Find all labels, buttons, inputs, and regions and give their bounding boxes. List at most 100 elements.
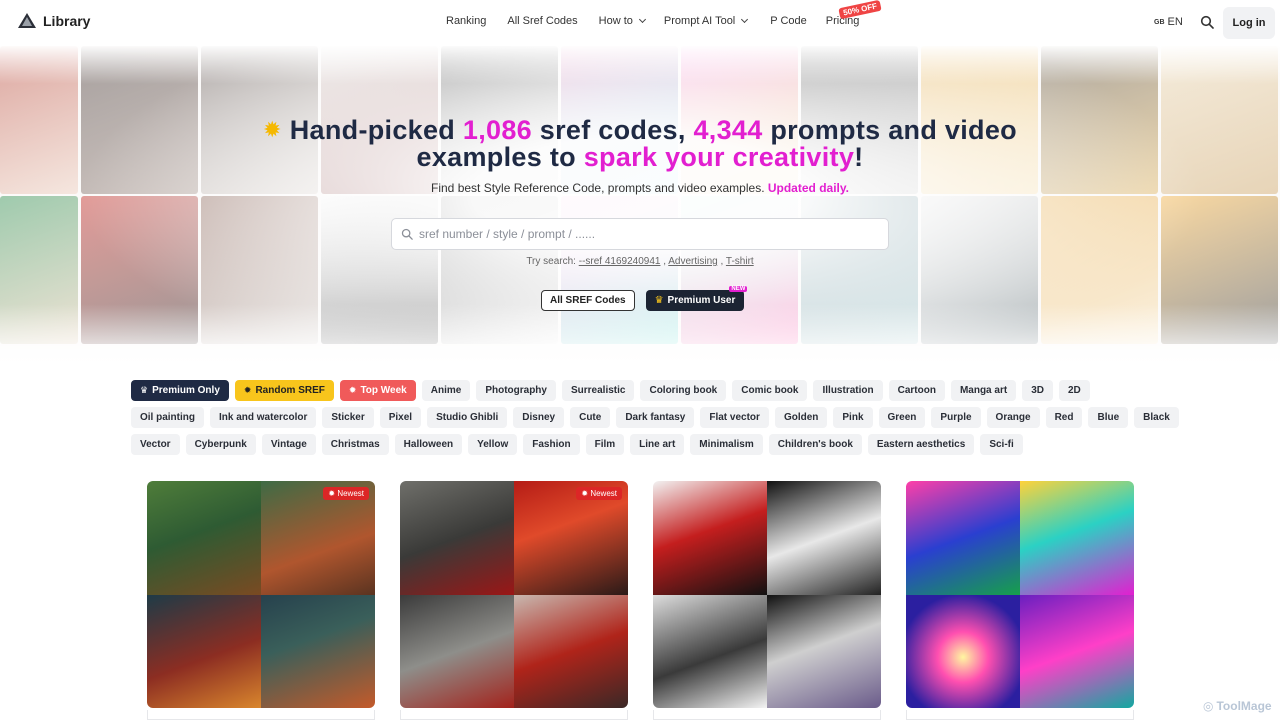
tag-label: Blue [1097,412,1120,423]
tag-sci-fi[interactable]: Sci-fi [980,434,1023,455]
search-input[interactable] [419,227,859,241]
tag-illustration[interactable]: Illustration [813,380,883,401]
try-link-tshirt[interactable]: T-shirt [726,256,754,267]
tag-surrealistic[interactable]: Surrealistic [561,380,635,401]
logo[interactable]: Library [17,12,90,29]
tag-halloween[interactable]: Halloween [394,434,463,455]
search-bar[interactable] [391,218,889,250]
tag-label: Oil painting [140,412,195,423]
tag-purple[interactable]: Purple [931,407,981,428]
tag-label: Dark fantasy [625,412,686,423]
tag-label: Comic book [741,385,799,396]
tag-red[interactable]: Red [1045,407,1083,428]
tag-cyberpunk[interactable]: Cyberpunk [185,434,256,455]
tag-label: Christmas [330,439,380,450]
premium-user-button[interactable]: ♛ Premium User NEW [645,286,748,311]
tag-label: Sticker [331,412,365,423]
tag-children-s-book[interactable]: Children's book [768,434,862,455]
tag-2d[interactable]: 2D [1058,380,1090,401]
tag-anime[interactable]: Anime [421,380,471,401]
tag-line-art[interactable]: Line art [630,434,685,455]
card-image [147,481,261,595]
tag-studio-ghibli[interactable]: Studio Ghibli [427,407,508,428]
tag-label: Photography [485,385,547,396]
tag-label: Purple [940,412,972,423]
tag-orange[interactable]: Orange [986,407,1040,428]
tag-yellow[interactable]: Yellow [468,434,518,455]
tag-label: Random SREF [255,385,325,396]
sref-card[interactable]: ✹ Newest [400,481,628,708]
tag-label: Red [1054,412,1074,423]
tag-label: Fashion [532,439,571,450]
sref-card[interactable]: ✹ Newest [147,481,375,708]
nav-ranking[interactable]: Ranking [446,15,486,27]
tag-label: Coloring book [649,385,718,396]
tag-ink-and-watercolor[interactable]: Ink and watercolor [210,407,317,428]
tag-random-sref[interactable]: ✹ Random SREF [234,380,334,401]
search-icon[interactable] [1200,15,1214,29]
tag-premium-only[interactable]: ♛ Premium Only [131,380,229,401]
sref-card[interactable] [906,481,1134,708]
tag-label: Top Week [360,385,407,396]
tag-film[interactable]: Film [585,434,625,455]
tag-dark-fantasy[interactable]: Dark fantasy [616,407,695,428]
tag-sticker[interactable]: Sticker [322,407,374,428]
tag-label: Children's book [777,439,853,450]
all-sref-codes-button[interactable]: All SREF Codes [541,290,635,311]
tag-minimalism[interactable]: Minimalism [690,434,763,455]
flag-icon: GB [1154,18,1165,26]
login-button[interactable]: Log in [1223,7,1275,39]
tag-label: Minimalism [699,439,754,450]
tag-row-2: Oil painting Ink and watercolor Sticker Pix… [131,407,1179,428]
tag-blue[interactable]: Blue [1088,407,1129,428]
tag-label: Ink and watercolor [219,412,308,423]
tag-label: Pixel [388,412,413,423]
crown-icon: ♛ [140,385,149,395]
nav-how-to[interactable]: How to [599,15,646,27]
sref-card[interactable] [653,481,881,708]
tag-golden[interactable]: Golden [774,407,828,428]
language-selector[interactable]: GB EN [1154,16,1183,28]
tag-label: Flat vector [709,412,760,423]
tag-pixel[interactable]: Pixel [379,407,422,428]
tag-eastern-aesthetics[interactable]: Eastern aesthetics [867,434,975,455]
nav-pricing[interactable]: Pricing 50% OFF [826,0,882,27]
tag-christmas[interactable]: Christmas [321,434,389,455]
tag-manga-art[interactable]: Manga art [950,380,1017,401]
tag-label: Studio Ghibli [436,412,499,423]
toolmage-logo-icon: ◎ [1203,699,1214,713]
tag-disney[interactable]: Disney [513,407,565,428]
hero-section: ✹ Hand-picked 1,086 sref codes, 4,344 pro… [0,44,1280,364]
nav-ranking-label: Ranking [446,15,487,27]
tag-label: Green [887,412,917,423]
tag-label: Yellow [477,439,509,450]
tag-label: Vector [140,439,171,450]
try-search-row: Try search: --sref 4169240941 , Advertis… [526,256,754,267]
tag-filters: ♛ Premium Only ✹ Random SREF ✹ Top Week Anime P… [131,380,1179,461]
tag-label: Golden [783,412,819,423]
crown-icon: ♛ [654,295,664,306]
tag-vintage[interactable]: Vintage [261,434,316,455]
tag-top-week[interactable]: ✹ Top Week [339,380,416,401]
tag-black[interactable]: Black [1134,407,1179,428]
tag-comic-book[interactable]: Comic book [732,380,808,401]
tag-coloring-book[interactable]: Coloring book [640,380,727,401]
tag-label: Cartoon [897,385,936,396]
nav-p-code[interactable]: P Code [770,15,807,27]
tag-photography[interactable]: Photography [476,380,556,401]
tag-3d[interactable]: 3D [1022,380,1053,401]
tag-fashion[interactable]: Fashion [523,434,580,455]
try-link-sref[interactable]: --sref 4169240941 [579,256,661,267]
tag-flat-vector[interactable]: Flat vector [700,407,769,428]
tag-oil-painting[interactable]: Oil painting [131,407,204,428]
tag-cartoon[interactable]: Cartoon [888,380,945,401]
tag-cute[interactable]: Cute [570,407,611,428]
try-link-advertising[interactable]: Advertising [668,256,717,267]
tag-pink[interactable]: Pink [833,407,873,428]
tag-label: Surrealistic [570,385,626,396]
tag-vector[interactable]: Vector [131,434,180,455]
tag-label: Eastern aesthetics [876,439,966,450]
nav-prompt-ai-tool[interactable]: Prompt AI Tool [664,15,749,27]
tag-green[interactable]: Green [878,407,926,428]
nav-all-sref-codes[interactable]: All Sref Codes [507,15,577,27]
